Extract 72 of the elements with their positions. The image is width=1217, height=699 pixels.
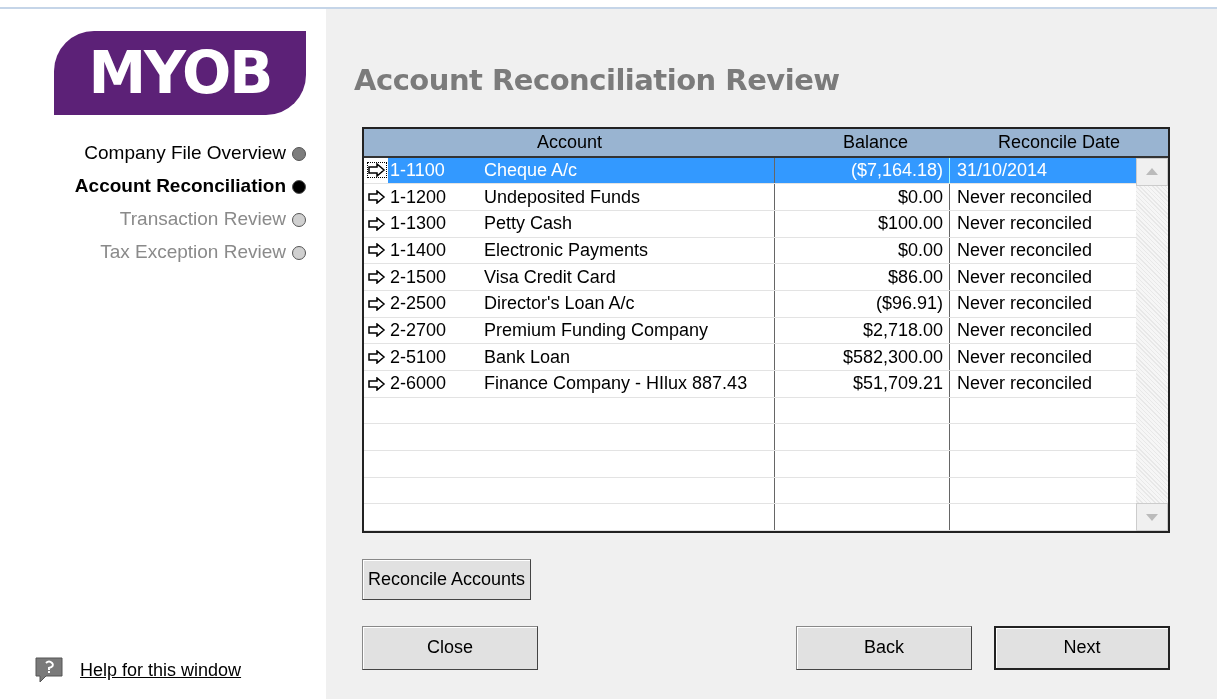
arrow-icon (368, 323, 386, 338)
arrow-icon (368, 190, 386, 205)
table-row[interactable]: 2-5100 Bank Loan $582,300.00 Never reconciled (364, 344, 1136, 371)
scrollbar[interactable] (1136, 157, 1168, 532)
account-name: Visa Credit Card (483, 265, 616, 289)
page-title: Account Reconciliation Review (354, 62, 841, 99)
column-header: Balance (841, 130, 909, 154)
account-name: Bank Loan (483, 345, 571, 369)
arrow-icon (368, 350, 386, 365)
scroll-down-button[interactable] (1136, 503, 1168, 532)
step-link[interactable]: Company File Overview (84, 139, 286, 168)
next-button[interactable]: Next (994, 625, 1170, 670)
account-code: 1-1300 (390, 212, 447, 236)
account-code: 2-6000 (390, 372, 447, 396)
table-row[interactable]: 2-2500 Director's Loan A/c ($96.91) Never reconciled (364, 290, 1136, 318)
close-button[interactable]: Close (362, 625, 538, 670)
step-link[interactable]: Account Reconciliation (74, 172, 286, 201)
balance-value: $100.00 (877, 212, 943, 236)
help-link[interactable]: Help for this window (80, 656, 242, 684)
down-arrow-icon (1146, 513, 1158, 521)
account-name: Cheque A/c (480, 157, 774, 184)
reconcile-date: Never reconciled (957, 372, 1093, 396)
reconcile-date: Never reconciled (957, 318, 1093, 342)
reconcile-date: 31/10/2014 (957, 158, 1048, 182)
up-arrow-icon (1146, 168, 1158, 175)
account-name: Electronic Payments (483, 238, 649, 262)
account-name: Premium Funding Company (483, 318, 709, 342)
balance-value: $2,718.00 (862, 318, 943, 342)
scroll-up-button[interactable] (1136, 157, 1168, 186)
table-row[interactable]: 1-1200 Undeposited Funds $0.00 Never reconciled (364, 184, 1136, 211)
step-link[interactable]: Tax Exception Review (100, 238, 286, 267)
column-header: Reconcile Date (996, 130, 1122, 154)
arrow-icon (368, 216, 386, 231)
table-row[interactable]: 2-2700 Premium Funding Company $2,718.00 Never reconciled (364, 317, 1136, 345)
balance-value: ($96.91) (875, 292, 943, 316)
reconcile-date: Never reconciled (957, 265, 1093, 289)
arrow-icon (368, 243, 386, 258)
logo: MYOB (54, 31, 306, 115)
account-name: Finance Company - HIlux 887.43 (483, 372, 748, 396)
balance-value: $51,709.21 (852, 372, 943, 396)
account-code: 1-1400 (390, 238, 447, 262)
account-code: 2-1500 (390, 265, 447, 289)
balance-value: $86.00 (887, 265, 943, 289)
account-name: Director's Loan A/c (483, 292, 635, 316)
arrow-icon (368, 296, 386, 311)
account-name: Undeposited Funds (483, 185, 641, 209)
back-button[interactable]: Back (796, 625, 972, 670)
account-code: 1-1200 (390, 185, 447, 209)
balance-value: $0.00 (897, 185, 943, 209)
step-link[interactable]: Transaction Review (119, 205, 286, 234)
table-row[interactable]: 2-1500 Visa Credit Card $86.00 Never reconciled (364, 264, 1136, 291)
table-row[interactable]: 2-6000 Finance Company - HIlux 887.43 $51,709.21 Never reconciled (364, 371, 1136, 398)
account-code: 2-2500 (390, 292, 447, 316)
balance-value: $0.00 (897, 238, 943, 262)
reconcile-date: Never reconciled (957, 345, 1093, 369)
balance-value: ($7,164.18) (850, 158, 943, 182)
table-row[interactable]: 1-1400 Electronic Payments $0.00 Never reconciled (364, 237, 1136, 265)
reconcile-date: Never reconciled (957, 238, 1093, 262)
column-header: Account (535, 130, 603, 154)
reconcile-date: Never reconciled (957, 185, 1093, 209)
reconcile-date: Never reconciled (957, 212, 1093, 236)
reconcile-date: Never reconciled (957, 292, 1093, 316)
arrow-icon (368, 163, 386, 178)
balance-value: $582,300.00 (842, 345, 943, 369)
account-code: 2-5100 (390, 345, 447, 369)
account-code: 2-2700 (390, 318, 447, 342)
account-name: Petty Cash (483, 212, 573, 236)
help-icon (34, 656, 64, 684)
arrow-icon (368, 376, 386, 391)
arrow-icon (368, 270, 386, 285)
reconcile-accounts-button[interactable]: Reconcile Accounts (362, 558, 532, 600)
table-row[interactable]: 1-1300 Petty Cash $100.00 Never reconciled (364, 210, 1136, 238)
